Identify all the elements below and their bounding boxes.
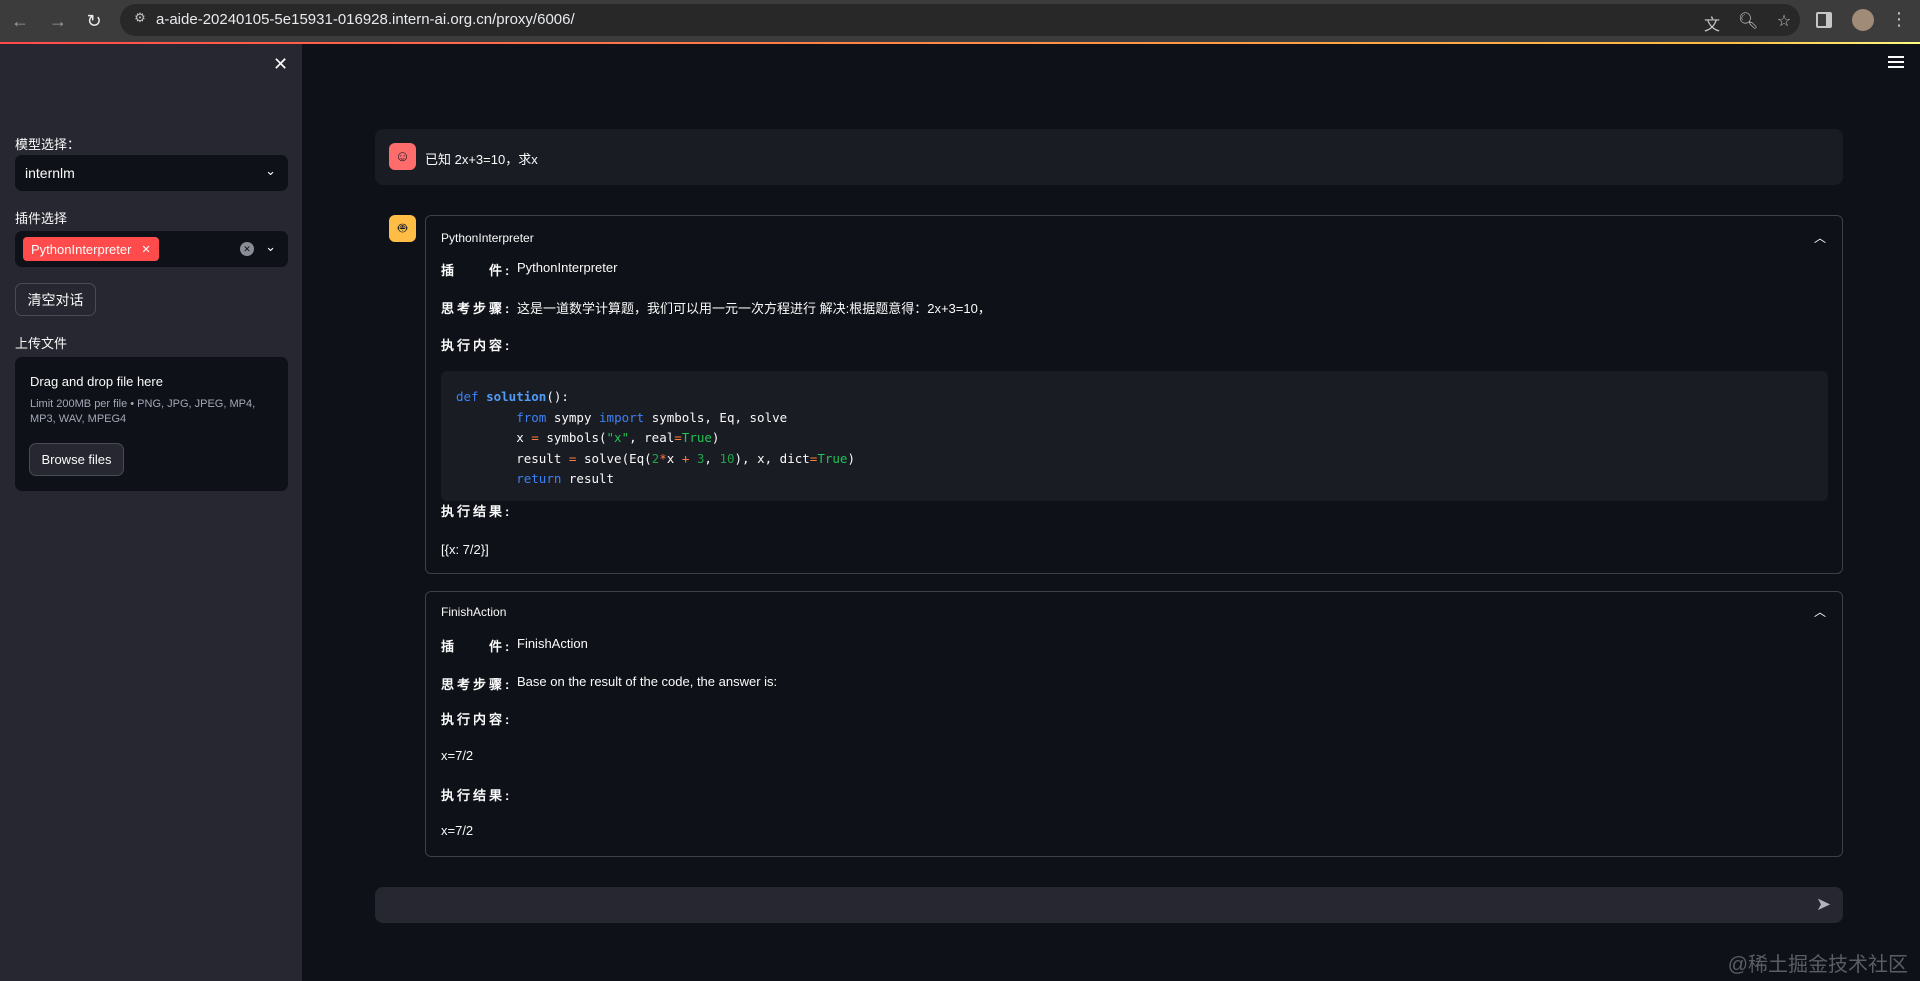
remove-tag-icon[interactable]: ✕: [141, 243, 150, 256]
user-message-text: 已知 2x+3=10，求x: [425, 152, 538, 167]
address-bar[interactable]: ⚙ a-aide-20240105-5e15931-016928.intern-…: [120, 4, 1800, 36]
code-line: def solution():: [456, 389, 569, 404]
watermark: @稀土掘金技术社区: [1727, 954, 1908, 976]
thought-value: 这是一道数学计算题，我们可以用一元一次方程进行 解决:根据题意得：2x+3=10…: [517, 301, 991, 316]
result-row: 执行结果:: [441, 501, 512, 520]
thought-value: Base on the result of the code, the answ…: [517, 674, 778, 689]
result-value: x=7/2: [441, 823, 474, 838]
chevron-down-icon[interactable]: ⌄: [265, 239, 276, 255]
model-select-value: internlm: [25, 165, 75, 181]
send-icon[interactable]: ➤: [1816, 894, 1831, 915]
action-key: 执行内容:: [441, 712, 513, 727]
action-row: 执行内容:: [441, 335, 512, 354]
plugin-value: FinishAction: [517, 636, 588, 651]
zoom-icon[interactable]: 🔍︎: [1738, 11, 1758, 31]
back-icon[interactable]: ←: [8, 9, 32, 33]
model-select[interactable]: internlm ⌄: [15, 155, 288, 191]
dropzone-types: MP3, WAV, MPEG4: [30, 413, 127, 425]
reload-icon[interactable]: ↻: [82, 9, 106, 33]
chevron-up-icon[interactable]: ︿: [1814, 603, 1826, 620]
code-line: result = solve(Eq(2*x + 3, 10), x, dict=…: [456, 450, 855, 466]
chevron-up-icon[interactable]: ︿: [1814, 229, 1826, 246]
plugin-row: 插 件: PythonInterpreter: [441, 260, 617, 279]
thought-row: 思考步骤: Base on the result of the code, the…: [441, 674, 777, 693]
upload-label: 上传文件: [15, 336, 68, 351]
expander-header[interactable]: FinishAction: [441, 605, 506, 619]
plugin-select-label: 插件选择: [15, 211, 68, 226]
site-settings-icon[interactable]: ⚙: [130, 10, 150, 30]
url-text[interactable]: a-aide-20240105-5e15931-016928.intern-ai…: [156, 11, 575, 28]
chat-input-field[interactable]: [387, 893, 1787, 917]
translate-icon[interactable]: 文: [1702, 11, 1722, 35]
plugin-multiselect[interactable]: PythonInterpreter ✕ ✕ ⌄: [15, 231, 288, 267]
code-block: def solution(): from sympy import symbol…: [441, 371, 1828, 501]
plugin-key: 插 件:: [441, 263, 513, 278]
file-dropzone[interactable]: Drag and drop file here Limit 200MB per …: [15, 357, 288, 491]
result-key: 执行结果:: [441, 788, 513, 803]
assistant-avatar-icon: 🤖︎: [389, 215, 416, 242]
code-line: from sympy import symbols, Eq, solve: [516, 409, 788, 425]
chat-input[interactable]: ➤: [375, 887, 1843, 923]
action-key: 执行内容:: [441, 338, 513, 353]
action-value: x=7/2: [441, 748, 474, 763]
model-select-label: 模型选择：: [15, 137, 81, 152]
thought-key: 思考步骤:: [441, 301, 513, 316]
avatar[interactable]: [1852, 9, 1874, 31]
dropzone-limit: Limit 200MB per file • PNG, JPG, JPEG, M…: [30, 398, 256, 410]
hamburger-menu-icon[interactable]: [1888, 56, 1904, 68]
plugin-row: 插 件: FinishAction: [441, 636, 588, 655]
user-message: ☺ 已知 2x+3=10，求x: [375, 129, 1843, 185]
user-avatar-icon: ☺: [389, 143, 416, 170]
result-row: 执行结果:: [441, 785, 512, 804]
plugin-value: PythonInterpreter: [517, 260, 618, 275]
chevron-down-icon: ⌄: [265, 163, 276, 178]
step-expander-python: PythonInterpreter ︿ 插 件: PythonInterprete…: [425, 215, 1843, 574]
thought-row: 思考步骤: 这是一道数学计算题，我们可以用一元一次方程进行 解决:根据题意得：2x…: [441, 298, 991, 317]
bookmark-star-icon[interactable]: ☆: [1774, 11, 1794, 31]
plugin-tag: PythonInterpreter ✕: [23, 237, 159, 261]
dropzone-title: Drag and drop file here: [30, 374, 163, 389]
thought-key: 思考步骤:: [441, 677, 513, 692]
clear-chat-button[interactable]: 清空对话: [15, 283, 96, 316]
sidebar: ✕ 模型选择： internlm ⌄ 插件选择 PythonInterprete…: [0, 44, 302, 981]
plugin-key: 插 件:: [441, 639, 513, 654]
action-row: 执行内容:: [441, 709, 512, 728]
code-line: x = symbols("x", real=True): [456, 430, 720, 445]
side-panel-icon[interactable]: [1816, 12, 1832, 28]
plugin-tag-label: PythonInterpreter: [31, 241, 132, 257]
result-value: [{x: 7/2}]: [441, 542, 489, 557]
clear-all-icon[interactable]: ✕: [240, 242, 254, 256]
close-sidebar-icon[interactable]: ✕: [273, 54, 288, 75]
forward-icon[interactable]: →: [46, 9, 70, 33]
browser-toolbar: ← → ↻ ⚙ a-aide-20240105-5e15931-016928.i…: [0, 0, 1920, 42]
browse-files-button[interactable]: Browse files: [29, 443, 124, 476]
code-line: return result: [516, 471, 615, 486]
more-menu-icon[interactable]: ⋮: [1890, 9, 1908, 30]
expander-header[interactable]: PythonInterpreter: [441, 231, 534, 245]
step-expander-finish: FinishAction ︿ 插 件: FinishAction 思考步骤: Bas…: [425, 591, 1843, 857]
result-key: 执行结果:: [441, 504, 513, 519]
